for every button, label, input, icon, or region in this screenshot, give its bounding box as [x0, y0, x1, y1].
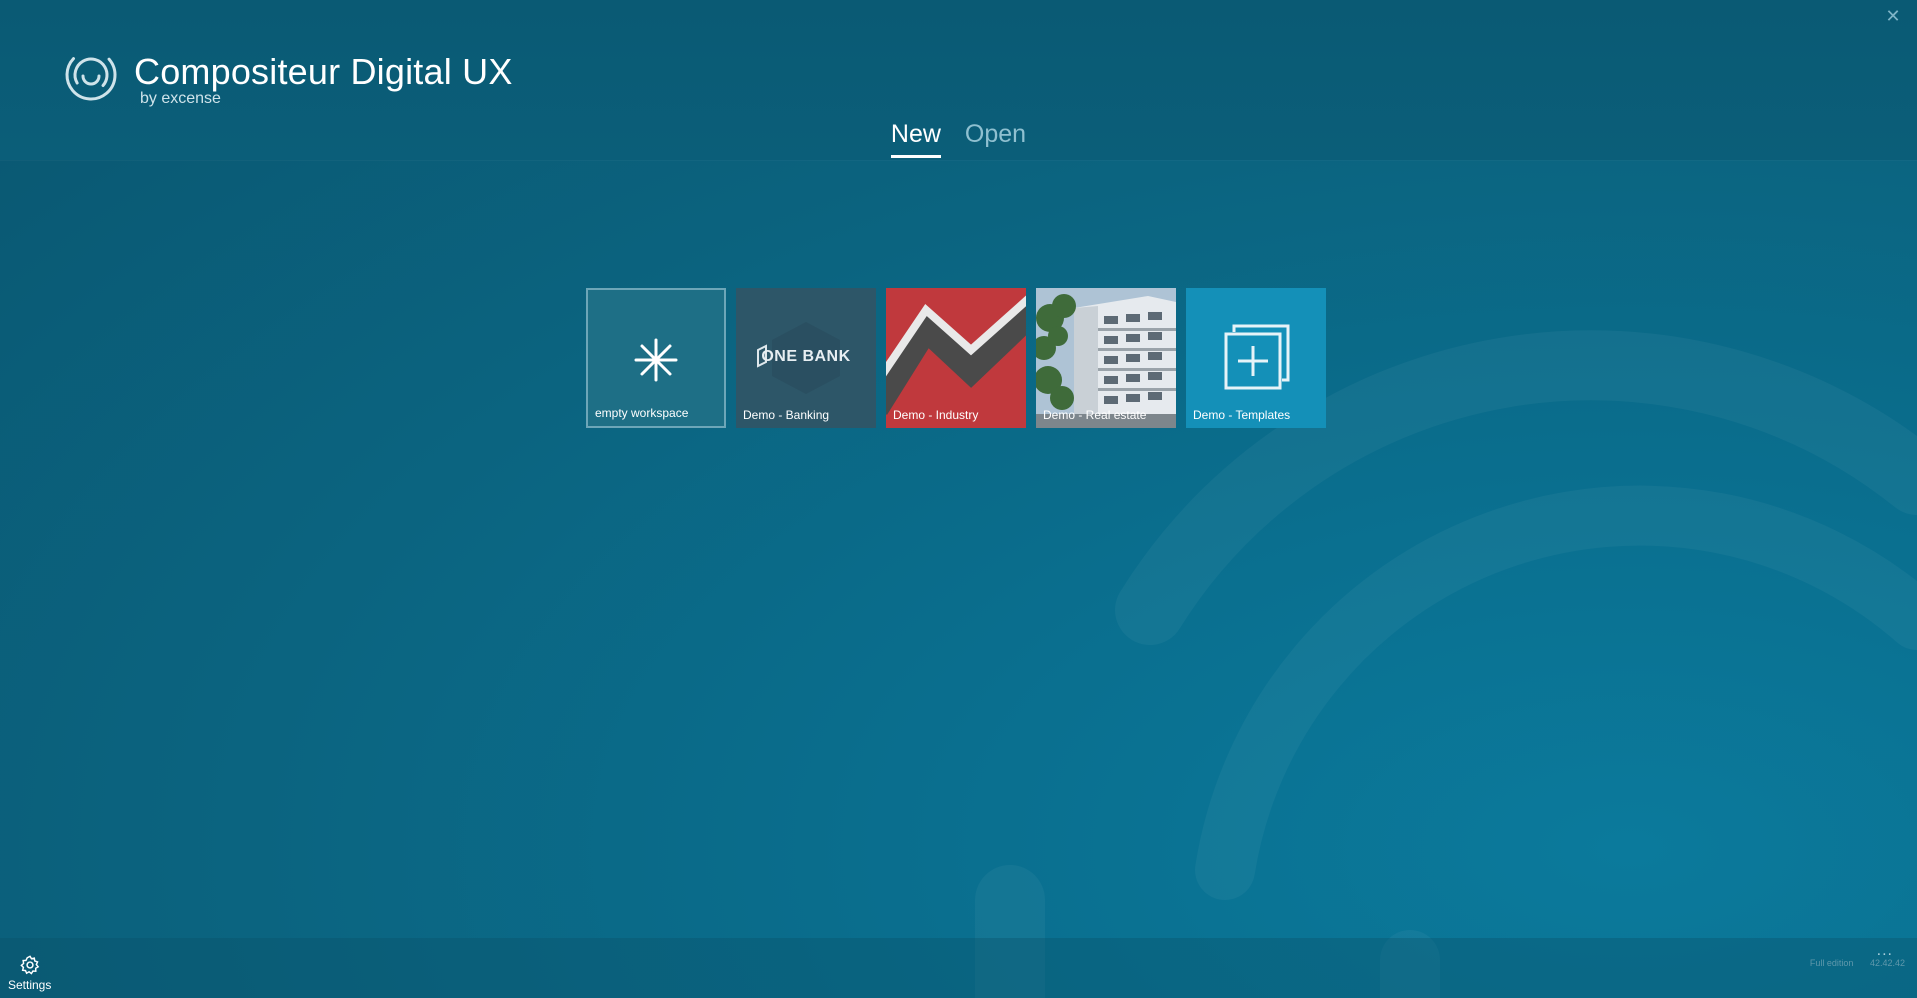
tile-label: Demo - Real estate — [1043, 408, 1147, 422]
tile-label: empty workspace — [595, 406, 689, 420]
template-tiles: empty workspace ONE BANK Demo - Banking … — [586, 288, 1326, 428]
gear-icon — [19, 955, 39, 975]
brand-header: Compositeur Digital UX by excense — [64, 48, 513, 108]
tile-empty-workspace[interactable]: empty workspace — [586, 288, 726, 428]
tile-demo-real-estate[interactable]: Demo - Real estate — [1036, 288, 1176, 428]
tab-new[interactable]: New — [890, 120, 941, 158]
compositeur-logo-icon — [65, 49, 117, 101]
tile-label: Demo - Templates — [1193, 408, 1291, 422]
tile-demo-banking[interactable]: ONE BANK Demo - Banking — [736, 288, 876, 428]
version-label: 42.42.42 — [1869, 958, 1905, 968]
industry-zigzag-image — [886, 295, 1026, 415]
edition-info: Full edition 42.42.42 — [1796, 958, 1905, 968]
app-byline: by excense — [140, 90, 221, 107]
settings-label: Settings — [8, 978, 52, 992]
footer-bar — [0, 938, 1917, 998]
close-icon[interactable]: ✕ — [1883, 6, 1903, 26]
tab-open[interactable]: Open — [965, 120, 1026, 153]
app-title: Compositeur Digital UX — [134, 51, 513, 92]
tile-demo-templates[interactable]: Demo - Templates — [1186, 288, 1326, 428]
one-bank-text: ONE BANK — [761, 348, 851, 365]
building-photo-image — [1036, 288, 1176, 428]
tile-label: Demo - Banking — [743, 408, 830, 422]
edition-label: Full edition — [1809, 958, 1854, 968]
add-template-icon — [1224, 324, 1290, 390]
tile-demo-industry[interactable]: Demo - Industry — [886, 288, 1026, 428]
settings-button[interactable]: Settings — [8, 954, 51, 992]
main-tabs: New Open — [0, 120, 1917, 158]
tile-label: Demo - Industry — [893, 408, 979, 422]
